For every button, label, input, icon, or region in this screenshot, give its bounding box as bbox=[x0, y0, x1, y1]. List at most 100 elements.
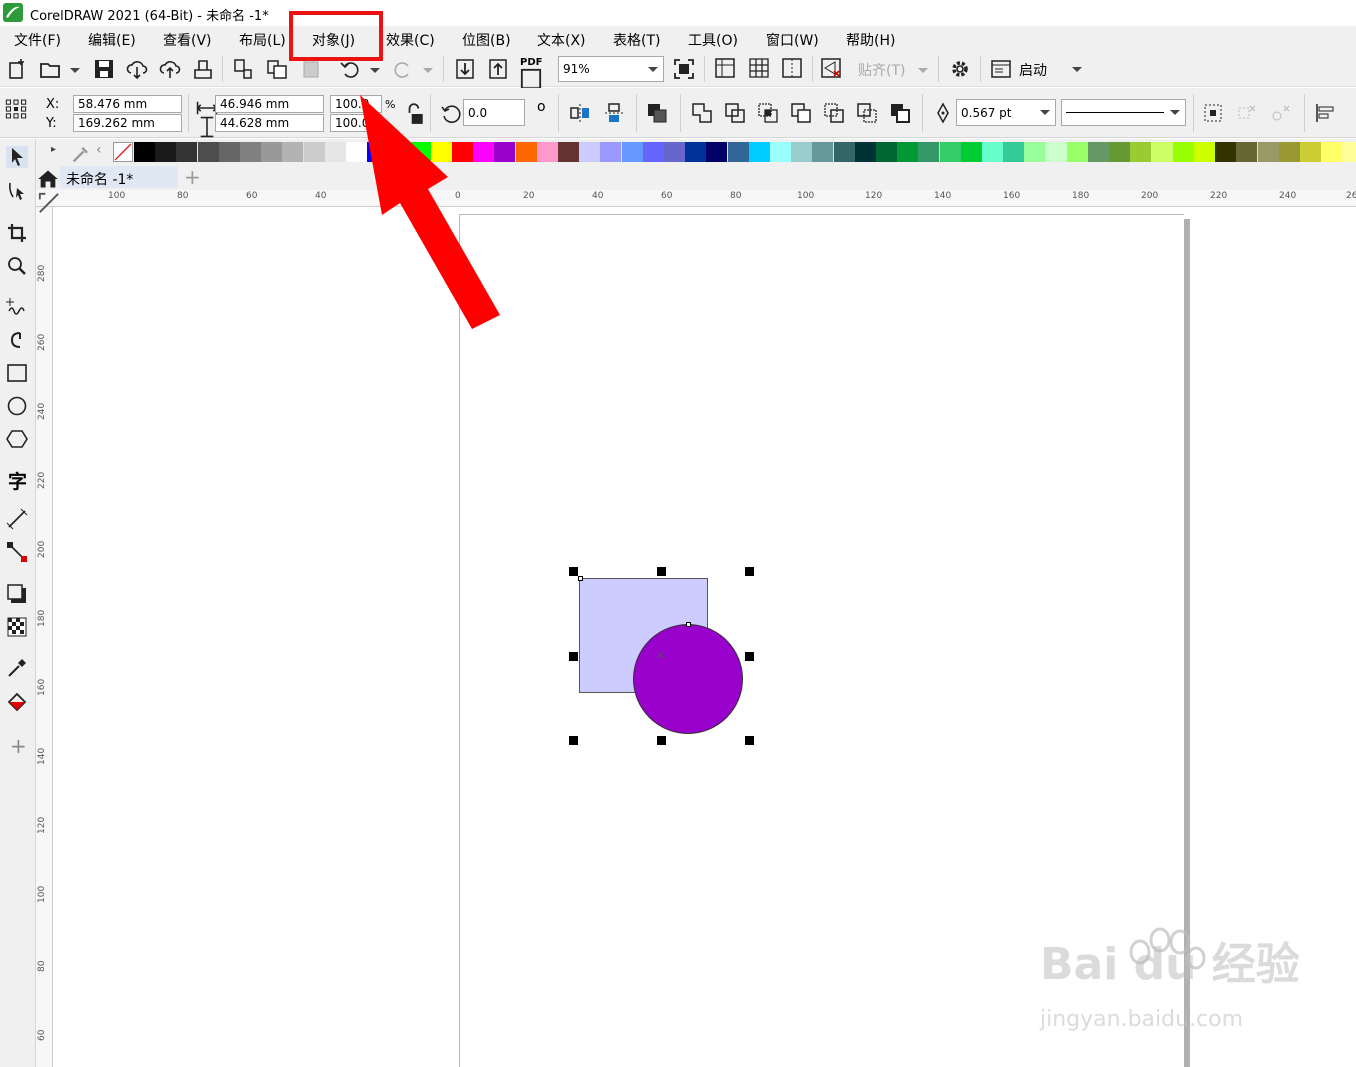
menu-help[interactable]: 帮助(H) bbox=[846, 30, 895, 50]
outline-width-dropdown-icon[interactable] bbox=[1040, 110, 1050, 115]
home-icon[interactable] bbox=[37, 168, 58, 188]
selection-handle-bottom-left[interactable] bbox=[569, 736, 578, 745]
weld-icon[interactable] bbox=[691, 102, 713, 124]
polygon-tool-icon[interactable] bbox=[6, 428, 28, 450]
color-swatch[interactable] bbox=[960, 142, 983, 162]
simplify-icon[interactable] bbox=[790, 102, 812, 124]
zoom-tool-icon[interactable] bbox=[6, 255, 28, 277]
pick-tool-icon[interactable] bbox=[6, 146, 28, 168]
menu-window[interactable]: 窗口(W) bbox=[766, 30, 819, 50]
color-swatch[interactable] bbox=[1003, 142, 1026, 162]
selection-handle-top-left[interactable] bbox=[569, 567, 578, 576]
color-swatch[interactable] bbox=[218, 142, 241, 162]
text-tool-icon[interactable]: 字 bbox=[8, 467, 27, 494]
color-swatch[interactable] bbox=[558, 142, 580, 162]
color-swatch[interactable] bbox=[1109, 142, 1132, 162]
color-swatch[interactable] bbox=[155, 142, 178, 162]
color-swatch[interactable] bbox=[1151, 142, 1174, 162]
undo-dropdown-icon[interactable] bbox=[370, 68, 380, 73]
to-curve-icon[interactable] bbox=[1202, 102, 1224, 124]
color-swatch[interactable] bbox=[197, 142, 220, 162]
connector-tool-icon[interactable] bbox=[6, 541, 28, 563]
color-swatch[interactable] bbox=[261, 142, 284, 162]
line-style-dropdown-icon[interactable] bbox=[1170, 110, 1180, 115]
align-distribute-icon[interactable] bbox=[1314, 102, 1336, 124]
show-grid-icon[interactable] bbox=[748, 57, 770, 79]
color-swatch[interactable] bbox=[536, 142, 559, 162]
color-swatch[interactable] bbox=[897, 142, 920, 162]
y-position-input[interactable]: 169.262 mm bbox=[73, 114, 182, 132]
color-swatch[interactable] bbox=[1215, 142, 1238, 162]
interactive-fill-tool-icon[interactable] bbox=[6, 691, 28, 713]
color-swatch[interactable] bbox=[876, 142, 898, 162]
full-screen-preview-icon[interactable] bbox=[673, 58, 695, 80]
color-swatch[interactable] bbox=[579, 142, 602, 162]
color-swatch[interactable] bbox=[1194, 142, 1216, 162]
ellipse-tool-icon[interactable] bbox=[6, 395, 28, 417]
color-swatch[interactable] bbox=[515, 142, 538, 162]
parallel-dimension-tool-icon[interactable] bbox=[6, 508, 28, 530]
crop-tool-icon[interactable] bbox=[6, 222, 28, 244]
customize-toolbox-icon[interactable]: + bbox=[10, 734, 27, 758]
selection-handle-bottom-right[interactable] bbox=[745, 736, 754, 745]
open-folder-icon[interactable] bbox=[39, 58, 61, 80]
color-swatch[interactable] bbox=[918, 142, 941, 162]
freehand-tool-icon[interactable] bbox=[6, 295, 28, 317]
export-icon[interactable] bbox=[487, 58, 509, 80]
selection-handle-left[interactable] bbox=[569, 652, 578, 661]
rectangle-node[interactable] bbox=[578, 576, 583, 581]
undo-icon[interactable] bbox=[339, 58, 361, 80]
import-icon[interactable] bbox=[454, 58, 476, 80]
selection-handle-top[interactable] bbox=[657, 567, 666, 576]
color-swatch[interactable] bbox=[1024, 142, 1047, 162]
show-rulers-icon[interactable] bbox=[714, 57, 736, 79]
intersect-icon[interactable] bbox=[757, 102, 779, 124]
selection-handle-top-right[interactable] bbox=[745, 567, 754, 576]
menu-file[interactable]: 文件(F) bbox=[14, 30, 61, 50]
drop-shadow-tool-icon[interactable] bbox=[6, 583, 28, 605]
rectangle-tool-icon[interactable] bbox=[6, 362, 28, 384]
object-origin-icon[interactable] bbox=[5, 98, 37, 128]
menu-tools[interactable]: 工具(O) bbox=[688, 30, 738, 50]
add-document-tab-icon[interactable]: + bbox=[184, 165, 201, 189]
color-swatch[interactable] bbox=[1045, 142, 1068, 162]
circle-node[interactable] bbox=[686, 622, 691, 627]
color-swatch[interactable] bbox=[134, 142, 156, 162]
color-swatch[interactable] bbox=[621, 142, 644, 162]
menu-effects[interactable]: 效果(C) bbox=[386, 30, 435, 50]
mirror-horizontal-icon[interactable] bbox=[569, 102, 591, 124]
shape-tool-icon[interactable] bbox=[6, 180, 28, 202]
front-minus-back-icon[interactable] bbox=[823, 102, 845, 124]
ruler-origin-icon[interactable] bbox=[38, 192, 59, 213]
color-swatch[interactable] bbox=[642, 142, 665, 162]
copy-properties-icon[interactable] bbox=[232, 58, 254, 80]
color-swatch[interactable] bbox=[303, 142, 326, 162]
line-style-select[interactable] bbox=[1061, 99, 1186, 126]
menu-view[interactable]: 查看(V) bbox=[163, 30, 212, 50]
circle-object[interactable] bbox=[633, 624, 743, 734]
cloud-upload-icon[interactable] bbox=[159, 58, 181, 80]
menu-edit[interactable]: 编辑(E) bbox=[88, 30, 136, 50]
color-swatch[interactable] bbox=[1342, 142, 1356, 162]
palette-menu-icon[interactable]: ▸ bbox=[51, 144, 56, 155]
color-swatch[interactable] bbox=[706, 142, 729, 162]
cloud-download-icon[interactable] bbox=[126, 58, 148, 80]
show-guidelines-icon[interactable] bbox=[781, 57, 803, 79]
color-swatch[interactable] bbox=[600, 142, 623, 162]
save-icon[interactable] bbox=[93, 58, 115, 80]
zoom-dropdown-icon[interactable] bbox=[648, 67, 658, 72]
menu-table[interactable]: 表格(T) bbox=[613, 30, 660, 50]
publish-pdf-button[interactable]: PDF bbox=[520, 57, 542, 68]
color-swatch[interactable] bbox=[1300, 142, 1322, 162]
selection-handle-bottom[interactable] bbox=[657, 736, 666, 745]
color-swatch[interactable] bbox=[176, 142, 199, 162]
color-swatch[interactable] bbox=[791, 142, 814, 162]
launch-icon[interactable] bbox=[990, 58, 1012, 80]
color-swatch[interactable] bbox=[770, 142, 792, 162]
mirror-vertical-icon[interactable] bbox=[603, 102, 625, 124]
no-fill-swatch[interactable] bbox=[113, 142, 133, 162]
new-document-icon[interactable] bbox=[6, 58, 28, 80]
create-boundary-icon[interactable] bbox=[889, 102, 911, 124]
color-swatch[interactable] bbox=[727, 142, 750, 162]
color-swatch[interactable] bbox=[1130, 142, 1153, 162]
